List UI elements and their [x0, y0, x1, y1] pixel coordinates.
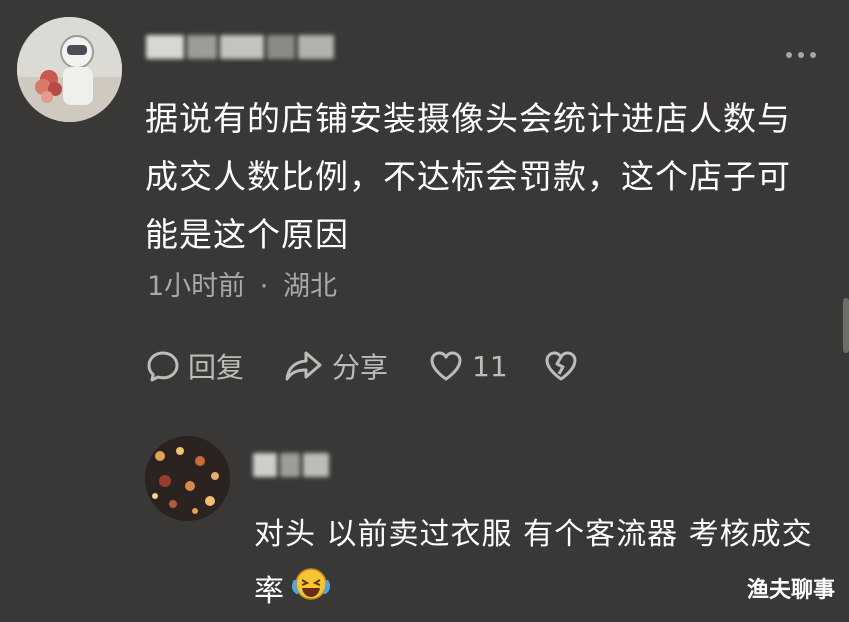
like-count: 11 [472, 349, 508, 383]
username-blurred[interactable] [146, 34, 334, 60]
avatar[interactable] [17, 17, 122, 122]
share-label: 分享 [332, 351, 389, 384]
reply-button[interactable]: 回复 [146, 347, 244, 385]
heart-icon [428, 349, 464, 383]
meta-separator: · [259, 271, 269, 302]
reply-label: 回复 [188, 351, 245, 384]
share-arrow-icon [284, 349, 324, 383]
watermark: 渔夫聊事 [746, 578, 835, 603]
comment-text: 据说有的店铺安装摄像头会统计进店人数与成交人数比例，不达标会罚款，这个店子可能是… [145, 99, 791, 254]
comment-icon [146, 349, 180, 383]
reply-text-content: 对头 以前卖过衣服 有个客流器 考核成交率 [254, 517, 813, 609]
reply-text: 对头 以前卖过衣服 有个客流器 考核成交率 [254, 506, 814, 621]
dislike-button[interactable] [543, 347, 579, 385]
scrollbar[interactable] [843, 298, 849, 353]
comment-location: 湖北 [282, 271, 337, 302]
comment-time: 1小时前 [147, 271, 246, 302]
more-icon[interactable] [786, 52, 816, 58]
broken-heart-icon [543, 349, 579, 383]
comment-meta: 1小时前 · 湖北 [147, 264, 337, 303]
share-button[interactable]: 分享 [284, 347, 388, 385]
reply-username-blurred[interactable] [253, 452, 329, 478]
reply-avatar[interactable] [145, 436, 230, 521]
laughing-crying-emoji [291, 564, 331, 621]
like-button[interactable]: 11 [428, 347, 508, 385]
